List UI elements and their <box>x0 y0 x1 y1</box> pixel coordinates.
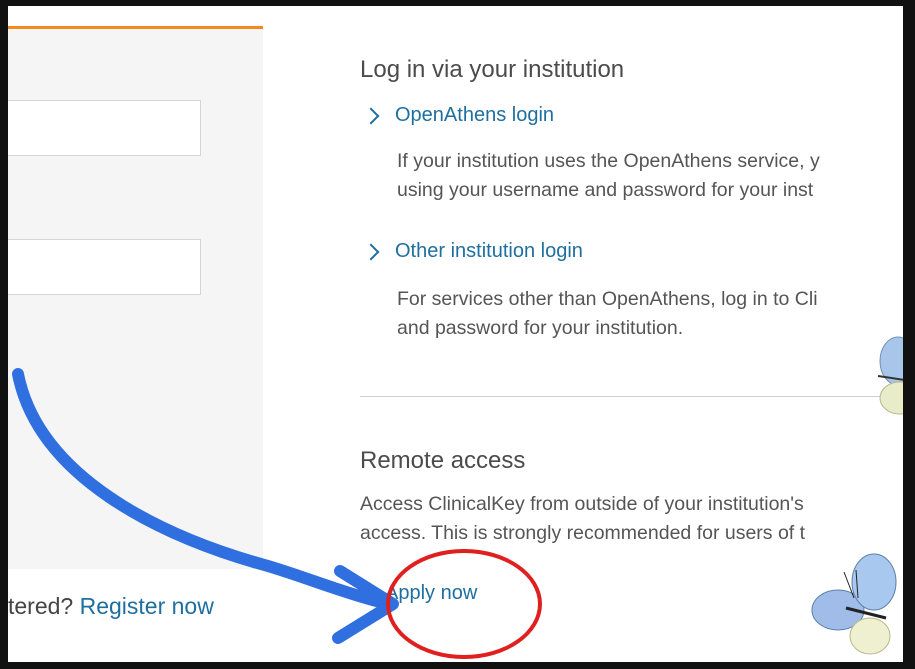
circle-annotation <box>386 549 542 659</box>
screenshot-frame: tered? Register now Log in via your inst… <box>8 6 903 662</box>
